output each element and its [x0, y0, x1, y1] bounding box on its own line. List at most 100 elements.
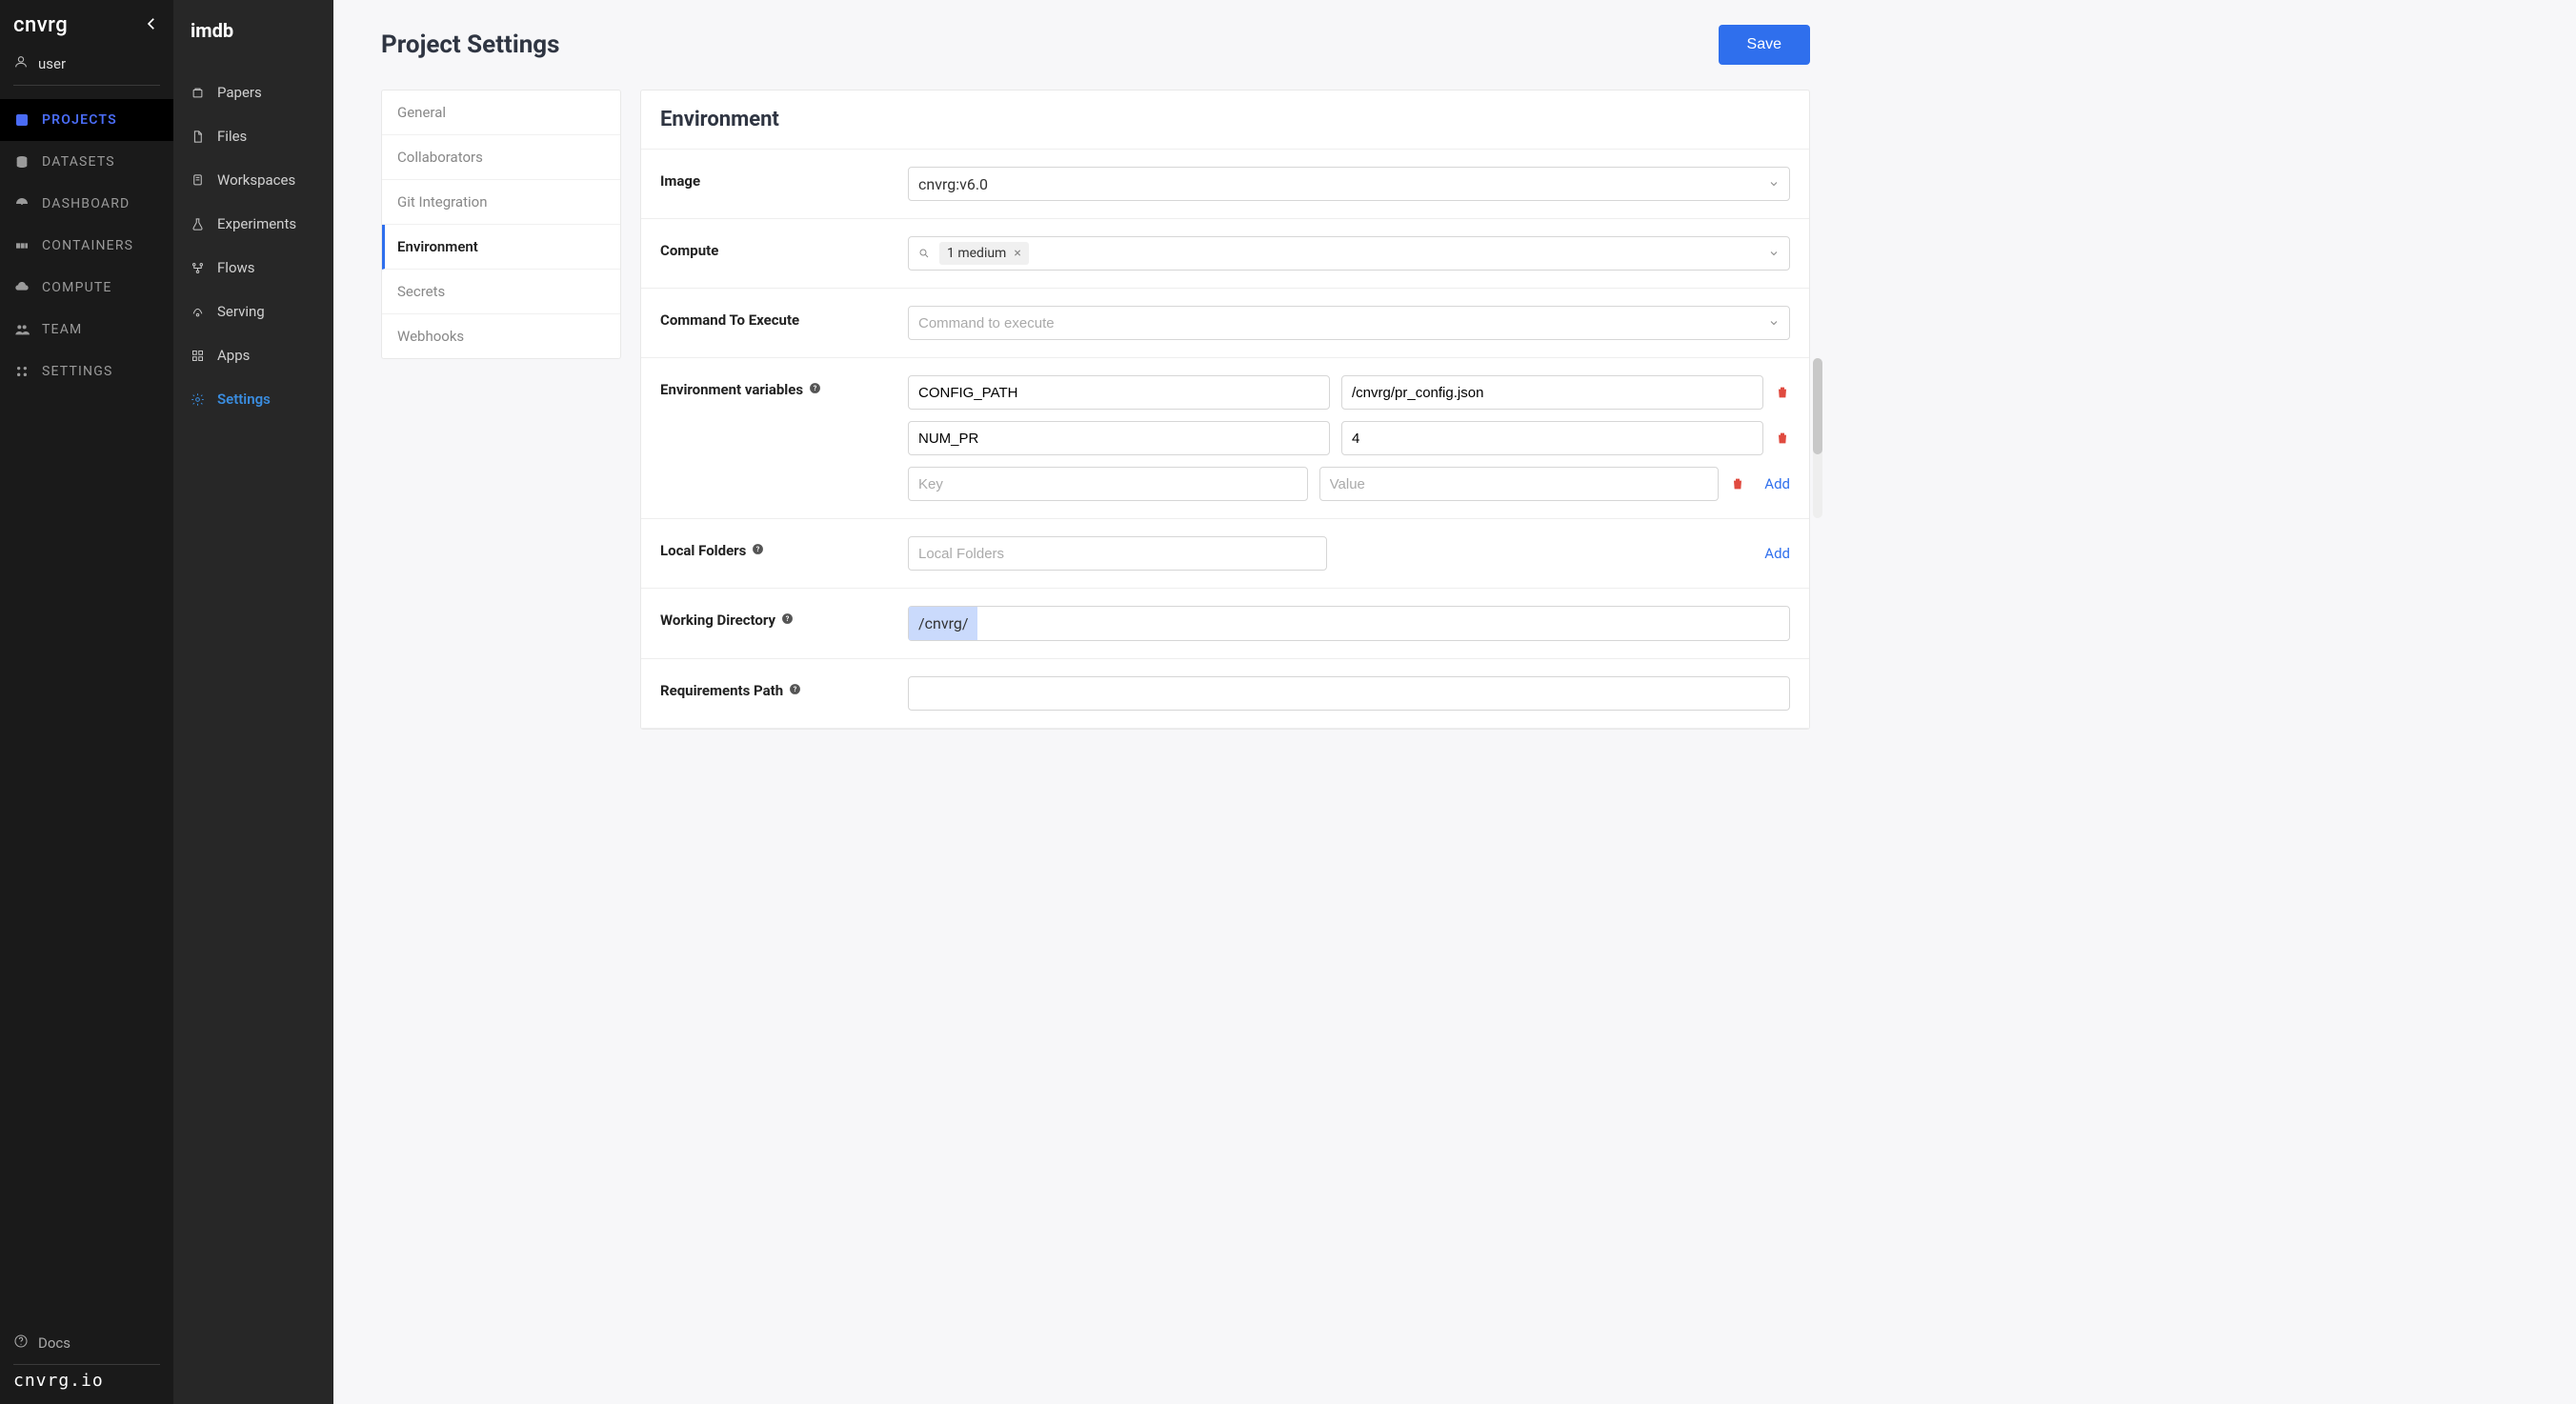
- compute-icon: [13, 280, 30, 295]
- compute-chip: 1 medium ×: [939, 242, 1029, 265]
- nav-dashboard[interactable]: DASHBOARD: [0, 183, 173, 225]
- help-icon[interactable]: ?: [789, 682, 801, 699]
- sidebar-secondary: imdb Papers Files Workspaces Experiments…: [173, 0, 333, 1404]
- envvar-key-input[interactable]: [918, 377, 1319, 409]
- save-button[interactable]: Save: [1719, 25, 1810, 65]
- nav-projects[interactable]: PROJECTS: [0, 99, 173, 141]
- delete-icon[interactable]: [1775, 431, 1790, 446]
- command-label: Command To Execute: [660, 306, 889, 329]
- search-icon: [918, 245, 930, 263]
- svg-text:?: ?: [786, 614, 790, 623]
- envvar-key-input[interactable]: [918, 469, 1298, 500]
- divider: [13, 85, 160, 86]
- settings-icon: [13, 364, 30, 379]
- envvar-row: [908, 375, 1790, 410]
- nav2-workspaces-label: Workspaces: [217, 171, 295, 189]
- nav-containers[interactable]: CONTAINERS: [0, 225, 173, 267]
- nav-team-label: TEAM: [42, 322, 82, 337]
- local-folders-label: Local Folders: [660, 542, 746, 559]
- containers-icon: [13, 238, 30, 253]
- delete-icon[interactable]: [1775, 385, 1790, 400]
- gear-icon: [191, 392, 206, 407]
- working-dir-label: Working Directory: [660, 612, 775, 629]
- user-icon: [13, 54, 29, 73]
- project-title: imdb: [173, 10, 333, 70]
- delete-icon[interactable]: [1730, 476, 1745, 491]
- brand-footer: cnvrg.io: [0, 1371, 173, 1391]
- nav2-apps-label: Apps: [217, 347, 250, 364]
- scrollbar[interactable]: [1813, 358, 1822, 518]
- help-icon[interactable]: ?: [781, 612, 794, 629]
- image-value: cnvrg:v6.0: [918, 175, 988, 193]
- working-dir-input[interactable]: [977, 608, 1789, 639]
- envvar-value-input[interactable]: [1352, 377, 1753, 409]
- docs-link[interactable]: Docs: [0, 1322, 173, 1364]
- tab-collaborators[interactable]: Collaborators: [382, 135, 620, 180]
- nav-containers-label: CONTAINERS: [42, 238, 133, 253]
- image-label: Image: [660, 167, 889, 190]
- nav2-serving[interactable]: Serving: [173, 290, 333, 333]
- help-icon: [13, 1334, 29, 1353]
- nav2-experiments[interactable]: Experiments: [173, 202, 333, 246]
- help-icon[interactable]: ?: [809, 381, 821, 398]
- nav2-files[interactable]: Files: [173, 114, 333, 158]
- req-path-input[interactable]: [918, 678, 1780, 710]
- svg-text:?: ?: [794, 685, 797, 693]
- add-local-folder-link[interactable]: Add: [1764, 545, 1790, 562]
- working-dir-value: /cnvrg/: [909, 607, 977, 640]
- nav2-experiments-label: Experiments: [217, 215, 296, 232]
- panel-title: Environment: [641, 90, 1809, 150]
- envvar-key-input[interactable]: [918, 423, 1319, 454]
- nav-team[interactable]: TEAM: [0, 309, 173, 351]
- settings-tabs: General Collaborators Git Integration En…: [381, 90, 621, 359]
- collapse-sidebar-icon[interactable]: [143, 15, 160, 36]
- envvars-label: Environment variables: [660, 381, 803, 398]
- command-input-wrap[interactable]: [908, 306, 1790, 340]
- workspaces-icon: [191, 173, 206, 188]
- tab-webhooks[interactable]: Webhooks: [382, 314, 620, 358]
- nav2-workspaces[interactable]: Workspaces: [173, 158, 333, 202]
- compute-select[interactable]: 1 medium ×: [908, 236, 1790, 271]
- add-envvar-link[interactable]: Add: [1764, 475, 1790, 492]
- datasets-icon: [13, 154, 30, 170]
- image-select[interactable]: cnvrg:v6.0: [908, 167, 1790, 201]
- nav-projects-label: PROJECTS: [42, 112, 117, 128]
- files-icon: [191, 130, 206, 144]
- projects-icon: [13, 112, 30, 128]
- caret-down-icon: [1768, 175, 1780, 193]
- tab-git[interactable]: Git Integration: [382, 180, 620, 225]
- req-path-label: Requirements Path: [660, 682, 783, 699]
- nav2-flows-label: Flows: [217, 259, 255, 276]
- envvar-value-input[interactable]: [1352, 423, 1753, 454]
- nav-settings[interactable]: SETTINGS: [0, 351, 173, 392]
- nav-compute[interactable]: COMPUTE: [0, 267, 173, 309]
- nav2-settings-label: Settings: [217, 391, 271, 408]
- main-content: Project Settings Save General Collaborat…: [333, 0, 2576, 1404]
- scrollbar-thumb[interactable]: [1813, 358, 1822, 454]
- chip-remove-icon[interactable]: ×: [1014, 246, 1020, 261]
- nav2-serving-label: Serving: [217, 303, 265, 320]
- user-row[interactable]: user: [0, 45, 173, 85]
- envvar-value-input[interactable]: [1330, 469, 1709, 500]
- nav2-files-label: Files: [217, 128, 247, 145]
- nav2-papers[interactable]: Papers: [173, 70, 333, 114]
- local-folders-input[interactable]: [918, 538, 1317, 570]
- experiments-icon: [191, 217, 206, 231]
- command-input[interactable]: [918, 308, 1780, 339]
- brand-name: cnvrg: [13, 13, 68, 37]
- help-icon[interactable]: ?: [752, 542, 764, 559]
- user-name: user: [38, 55, 66, 72]
- serving-icon: [191, 305, 206, 319]
- nav-datasets[interactable]: DATASETS: [0, 141, 173, 183]
- nav2-settings[interactable]: Settings: [173, 377, 333, 421]
- working-dir-input-wrap[interactable]: /cnvrg/: [908, 606, 1790, 641]
- flows-icon: [191, 261, 206, 275]
- compute-label: Compute: [660, 236, 889, 259]
- tab-environment[interactable]: Environment: [382, 225, 620, 270]
- tab-secrets[interactable]: Secrets: [382, 270, 620, 314]
- papers-icon: [191, 86, 206, 100]
- tab-general[interactable]: General: [382, 90, 620, 135]
- nav2-flows[interactable]: Flows: [173, 246, 333, 290]
- nav2-apps[interactable]: Apps: [173, 333, 333, 377]
- nav-dashboard-label: DASHBOARD: [42, 196, 130, 211]
